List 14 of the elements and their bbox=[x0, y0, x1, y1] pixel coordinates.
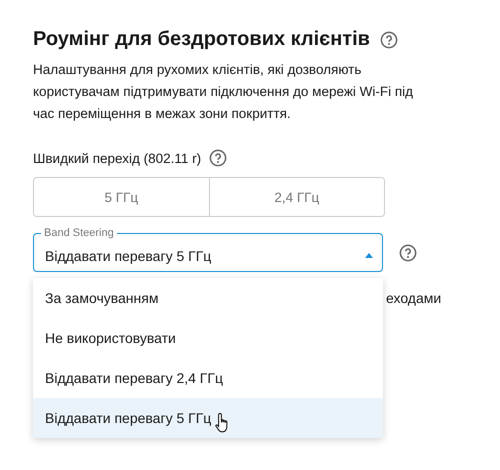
segment-button[interactable]: 2,4 ГГц bbox=[208, 178, 384, 216]
section-title: Роумінг для бездротових клієнтів bbox=[33, 28, 370, 51]
help-icon[interactable] bbox=[399, 244, 417, 262]
band-steering-select[interactable]: Band Steering Віддавати перевагу 5 ГГц bbox=[33, 226, 383, 272]
caret-icon[interactable] bbox=[365, 253, 373, 258]
section-description: Налаштування для рухомих клієнтів, які дозволяють користувачам підтримувати підключення до мережі Wi-Fi під час переміщення в межах зони покриття. bbox=[33, 61, 414, 123]
menu-item[interactable]: Не використовувати bbox=[33, 318, 383, 358]
help-icon[interactable] bbox=[380, 30, 398, 48]
partial-text: еходами bbox=[386, 290, 442, 306]
help-icon[interactable] bbox=[209, 149, 228, 167]
menu-item[interactable]: За замочуванням bbox=[33, 278, 383, 318]
menu-item[interactable]: Віддавати перевагу 2,4 ГГц bbox=[33, 358, 383, 398]
menu-item[interactable]: Віддавати перевагу 5 ГГц bbox=[33, 398, 383, 438]
field-label: Швидкий перехід (802.11 r) bbox=[33, 150, 202, 166]
